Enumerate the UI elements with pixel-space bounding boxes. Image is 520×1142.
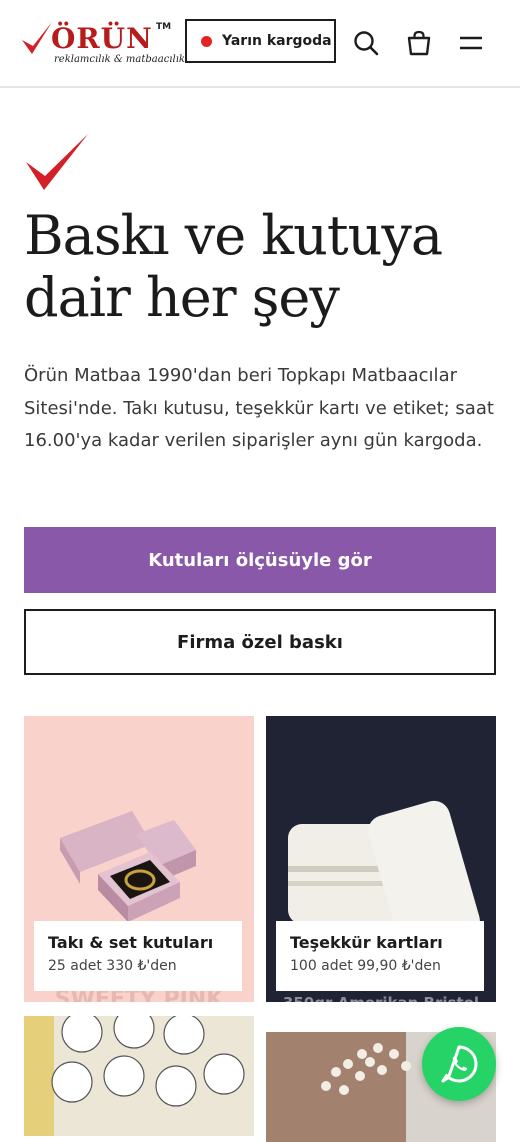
card-price: 25 adet 330 ₺'den [48,958,177,974]
checkmark-logo-icon [22,22,52,54]
card-price: 100 adet 99,90 ₺'den [290,958,441,974]
card-image-text: 350gr Amerikan Bristol [283,994,479,1002]
hero-description: Örün Matbaa 1990'dan beri Topkapı Matbaa… [24,365,494,451]
stickers-image [24,1016,254,1136]
custom-print-button[interactable]: Firma özel baskı [24,609,496,675]
status-dot [201,35,212,47]
menu-icon[interactable] [458,30,484,56]
logo-subtitle: reklamcılık & matbaacılık [54,54,185,65]
logo-text: ÖRÜN [51,22,153,55]
whatsapp-icon [441,1045,478,1083]
whatsapp-button[interactable] [422,1027,496,1101]
card-title: Takı & set kutuları [48,933,214,952]
shipping-badge[interactable]: Yarın kargoda [185,19,336,63]
card-info: Takı & set kutuları 25 adet 330 ₺'den [34,921,242,991]
card-title: Teşekkür kartları [290,933,443,952]
product-card-stickers[interactable] [24,1016,254,1136]
bag-icon[interactable] [406,30,432,56]
search-icon[interactable] [353,30,379,56]
logo-trademark: TM [156,22,172,32]
logo[interactable]: ÖRÜN TM reklamcılık & matbaacılık [20,16,185,72]
site-header: ÖRÜN TM reklamcılık & matbaacılık Yarın … [0,0,520,88]
checkmark-icon [26,134,88,190]
product-card-jewelry-boxes[interactable]: SWEETY PINK Takı & set kutuları 25 adet … [24,716,254,1002]
card-info: Teşekkür kartları 100 adet 99,90 ₺'den [276,921,484,991]
view-boxes-button[interactable]: Kutuları ölçüsüyle gör [24,527,496,593]
shipping-label: Yarın kargoda [222,33,332,49]
product-card-thank-you-cards[interactable]: 350gr Amerikan Bristol Teşekkür kartları… [266,716,496,1002]
page-title: Baskı ve kutuya dair her şey [24,204,443,329]
